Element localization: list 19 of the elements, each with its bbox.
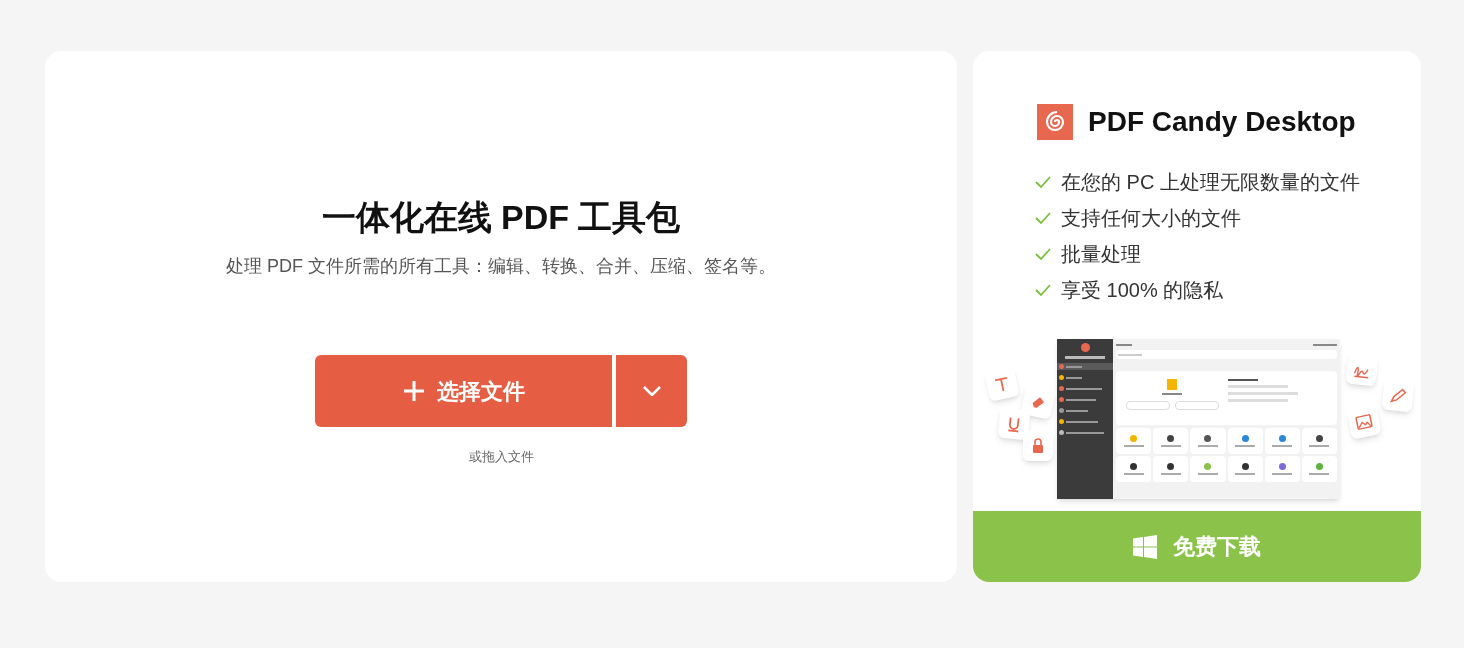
windows-logo-icon: [1133, 534, 1157, 559]
select-file-button[interactable]: 选择文件: [315, 355, 612, 427]
check-icon: [1035, 212, 1051, 224]
check-icon: [1035, 284, 1051, 296]
check-icon: [1035, 176, 1051, 188]
drop-hint: 或拖入文件: [468, 448, 534, 466]
feature-text: 在您的 PC 上处理无限数量的文件: [1061, 170, 1360, 195]
page-subtitle: 处理 PDF 文件所需的所有工具：编辑、转换、合并、压缩、签名等。: [226, 255, 776, 278]
page-title: 一体化在线 PDF 工具包: [321, 197, 681, 238]
plus-icon: [402, 380, 425, 402]
promo-title: PDF Candy Desktop: [1088, 105, 1356, 139]
free-download-button[interactable]: 免费下载: [973, 511, 1421, 582]
feature-text: 支持任何大小的文件: [1061, 206, 1241, 231]
dropdown-button[interactable]: [616, 355, 687, 427]
check-icon: [1035, 248, 1051, 260]
spiral-logo-icon: [1037, 104, 1073, 140]
chevron-down-icon: [642, 386, 661, 396]
feature-text: 享受 100% 的隐私: [1061, 278, 1224, 303]
feature-text: 批量处理: [1061, 242, 1141, 267]
